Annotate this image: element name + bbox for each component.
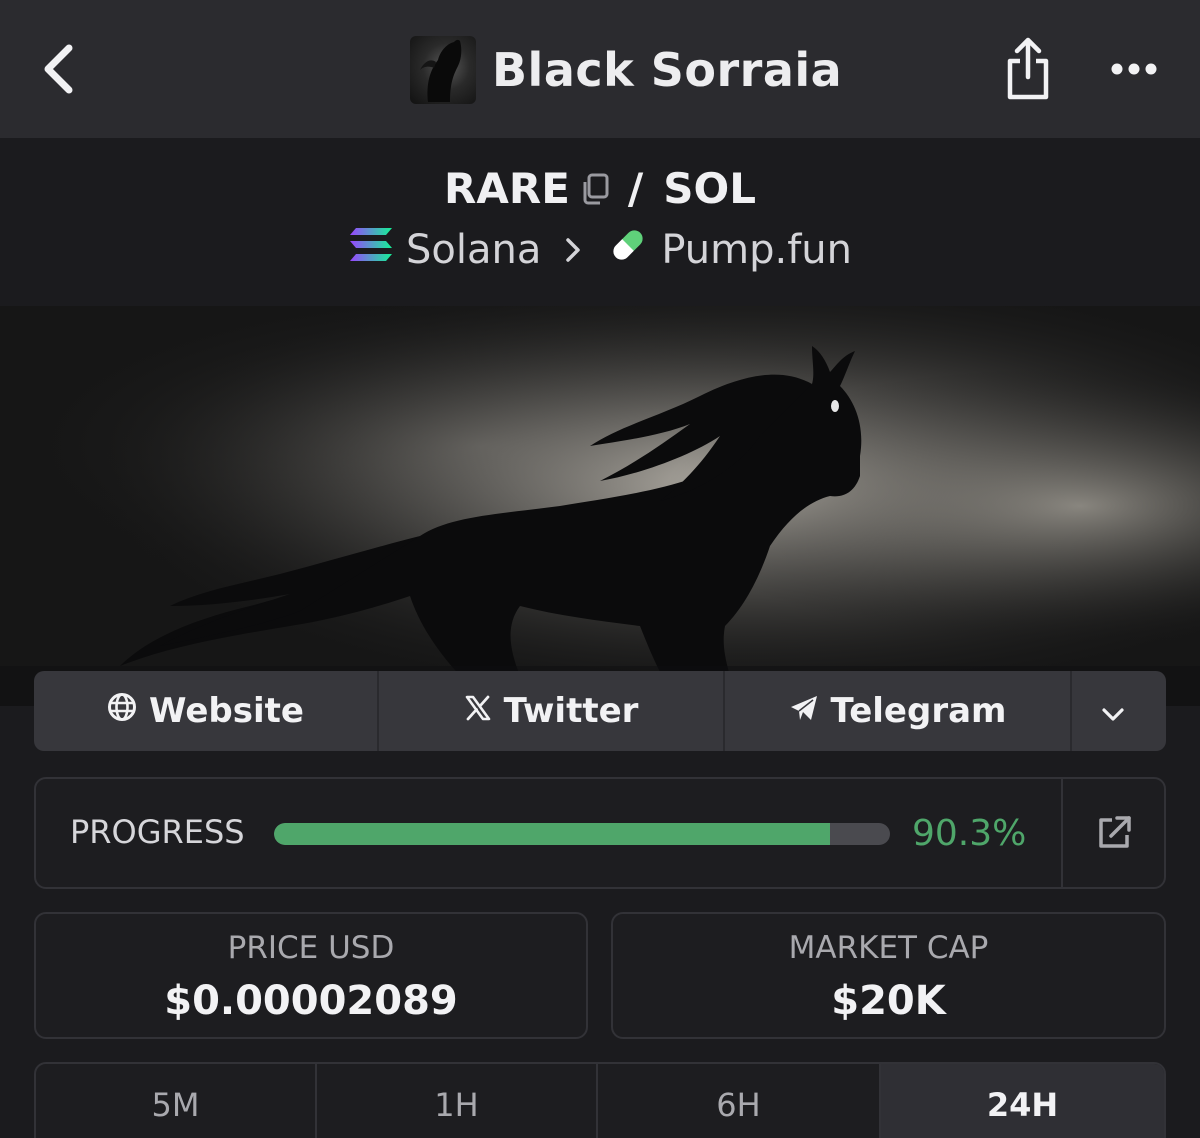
social-links-bar: Website Twitter Telegram [34, 671, 1166, 751]
progress-value: 90.3% [912, 813, 1027, 854]
external-link-icon [1095, 814, 1133, 856]
price-usd-label: PRICE USD [227, 930, 395, 966]
tab-1h[interactable]: 1H - [317, 1064, 598, 1138]
twitter-button[interactable]: Twitter [379, 671, 725, 751]
pair-separator: / [627, 164, 644, 213]
bonding-progress-card: PROGRESS 90.3% [34, 777, 1166, 889]
chain-dex-label: Pump.fun [661, 227, 852, 273]
twitter-label: Twitter [503, 691, 639, 731]
token-banner-image [0, 306, 1200, 706]
chevron-right-icon [565, 237, 581, 263]
progress-bar-fill [274, 823, 831, 845]
copy-icon[interactable] [580, 173, 610, 205]
pair-title: RARE / SOL [0, 164, 1200, 213]
progress-label: PROGRESS [70, 813, 245, 851]
base-symbol: RARE [444, 164, 570, 213]
quote-symbol: SOL [663, 164, 756, 213]
market-cap-label: MARKET CAP [788, 930, 989, 966]
token-avatar [410, 36, 476, 104]
page-title: Black Sorraia [492, 43, 843, 97]
share-icon [1004, 37, 1052, 105]
x-logo-icon [464, 691, 504, 731]
more-button[interactable] [1104, 50, 1164, 90]
tab-5m[interactable]: 5M - [36, 1064, 317, 1138]
token-header: Black Sorraia [410, 36, 842, 104]
chain-network-label: Solana [406, 227, 542, 273]
market-cap-value: $20K [831, 978, 946, 1024]
timeframe-tabs: 5M - 1H - 6H 24H [34, 1062, 1166, 1138]
chevron-down-icon [1101, 691, 1137, 731]
chain-network[interactable]: Solana [348, 226, 541, 274]
tab-label: 24H [986, 1086, 1059, 1124]
paper-plane-icon [789, 691, 831, 731]
chain-breadcrumb: Solana Pump.fun [0, 224, 1200, 276]
progress-divider [1061, 779, 1063, 887]
open-external-button[interactable] [1092, 813, 1136, 857]
more-horizontal-icon [1110, 61, 1158, 80]
share-button[interactable] [998, 36, 1058, 106]
chain-dex[interactable]: Pump.fun [607, 224, 852, 276]
solana-logo-icon [348, 226, 406, 274]
telegram-button[interactable]: Telegram [725, 671, 1072, 751]
back-button[interactable] [28, 38, 88, 104]
telegram-label: Telegram [830, 691, 1007, 731]
chevron-left-icon [41, 43, 75, 99]
market-cap-card: MARKET CAP $20K [611, 912, 1166, 1039]
progress-bar [274, 823, 890, 845]
tab-change: - [317, 1134, 596, 1138]
price-usd-value: $0.00002089 [164, 978, 458, 1024]
tab-24h[interactable]: 24H [881, 1064, 1164, 1138]
top-bar: Black Sorraia [0, 0, 1200, 138]
pair-section: RARE / SOL Solana Pump.fun [0, 138, 1200, 306]
pill-icon [607, 224, 661, 276]
price-usd-card: PRICE USD $0.00002089 [34, 912, 588, 1039]
tab-change: - [36, 1134, 315, 1138]
tab-label: 5M [151, 1086, 200, 1124]
website-label: Website [149, 691, 304, 731]
tab-6h[interactable]: 6H [598, 1064, 881, 1138]
tab-label: 6H [716, 1086, 761, 1124]
tab-label: 1H [434, 1086, 479, 1124]
globe-icon [107, 691, 149, 731]
website-button[interactable]: Website [34, 671, 379, 751]
more-links-button[interactable] [1072, 671, 1166, 751]
